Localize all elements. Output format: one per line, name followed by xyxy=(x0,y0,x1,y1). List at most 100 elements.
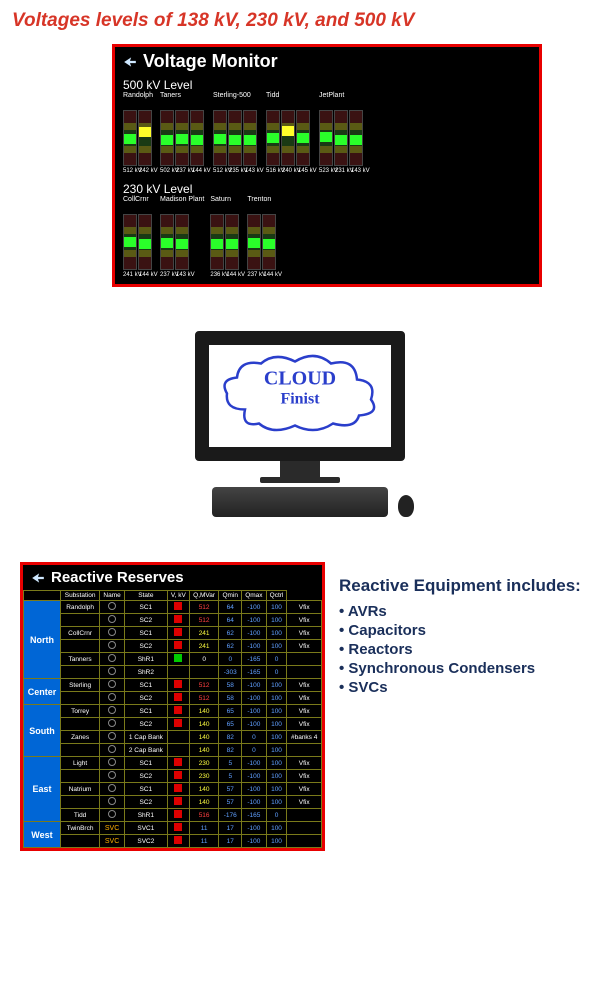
q-cell: 5 xyxy=(219,770,242,783)
voltage-bar[interactable] xyxy=(262,214,276,270)
voltage-bar[interactable] xyxy=(349,110,363,166)
voltage-bar[interactable] xyxy=(123,110,137,166)
voltage-bar[interactable] xyxy=(319,110,333,166)
station: Saturn236 kV144 kV xyxy=(210,196,241,278)
q-cell: 57 xyxy=(219,783,242,796)
qctrl-cell xyxy=(287,744,322,757)
voltage-bar[interactable] xyxy=(160,214,174,270)
state-cell[interactable] xyxy=(167,614,189,627)
state-cell[interactable] xyxy=(167,666,189,679)
state-cell[interactable] xyxy=(167,809,189,822)
name-cell: 1 Cap Bank xyxy=(124,731,167,744)
voltage-cell: 140 xyxy=(189,796,219,809)
qmin-cell: -100 xyxy=(242,783,267,796)
monitor: CLOUD Finist xyxy=(195,331,405,517)
qctrl-cell xyxy=(287,809,322,822)
q-cell: 64 xyxy=(219,601,242,614)
bar-reading: 143 kV xyxy=(176,272,191,278)
voltage-bar[interactable] xyxy=(175,110,189,166)
qmax-cell: 100 xyxy=(266,601,287,614)
state-cell[interactable] xyxy=(167,822,189,835)
substation-cell xyxy=(60,718,99,731)
voltage-bar[interactable] xyxy=(123,214,137,270)
state-indicator-icon xyxy=(174,719,182,727)
qmin-cell: -100 xyxy=(242,822,267,835)
symbol-cell xyxy=(100,666,125,679)
qmin-cell: -100 xyxy=(242,796,267,809)
voltage-bar[interactable] xyxy=(266,110,280,166)
voltage-bar[interactable] xyxy=(160,110,174,166)
qmin-cell: -100 xyxy=(242,718,267,731)
voltage-bar[interactable] xyxy=(213,110,227,166)
state-indicator-icon xyxy=(174,758,182,766)
station-readings: 512 kV242 kV xyxy=(123,168,154,174)
device-icon xyxy=(108,758,116,766)
voltage-bar[interactable] xyxy=(190,110,204,166)
level-title: 500 kV Level xyxy=(115,76,539,92)
name-cell: SC2 xyxy=(124,640,167,653)
state-cell[interactable] xyxy=(167,731,189,744)
q-cell: -303 xyxy=(219,666,242,679)
voltage-cell: 140 xyxy=(189,783,219,796)
qctrl-cell xyxy=(287,822,322,835)
qmax-cell: 100 xyxy=(266,757,287,770)
table-header: Name xyxy=(100,591,125,601)
voltage-bar[interactable] xyxy=(228,110,242,166)
device-icon xyxy=(108,810,116,818)
state-cell[interactable] xyxy=(167,835,189,848)
state-indicator-icon xyxy=(174,706,182,714)
voltage-bar[interactable] xyxy=(138,214,152,270)
voltage-bar[interactable] xyxy=(334,110,348,166)
state-cell[interactable] xyxy=(167,679,189,692)
voltage-bar[interactable] xyxy=(225,214,239,270)
symbol-cell: SVC xyxy=(100,835,125,848)
state-cell[interactable] xyxy=(167,601,189,614)
station-name: Trenton xyxy=(247,196,278,212)
state-cell[interactable] xyxy=(167,796,189,809)
substation-cell: Natrium xyxy=(60,783,99,796)
station: Taners502 kV237 kV144 kV xyxy=(160,92,207,174)
state-cell[interactable] xyxy=(167,744,189,757)
state-cell[interactable] xyxy=(167,653,189,666)
station: CollCrnr241 kV144 kV xyxy=(123,196,154,278)
station: Trenton237 kV144 kV xyxy=(247,196,278,278)
state-cell[interactable] xyxy=(167,692,189,705)
state-cell[interactable] xyxy=(167,757,189,770)
voltage-cell: 140 xyxy=(189,731,219,744)
arrow-icon xyxy=(123,55,137,69)
voltage-bar[interactable] xyxy=(175,214,189,270)
bar-indicator xyxy=(139,239,151,249)
qmax-cell: 100 xyxy=(266,640,287,653)
state-indicator-icon xyxy=(174,784,182,792)
voltage-bar[interactable] xyxy=(247,214,261,270)
voltage-bar[interactable] xyxy=(296,110,310,166)
station-name: Taners xyxy=(160,92,207,108)
device-icon xyxy=(108,615,116,623)
qmin-cell: -100 xyxy=(242,835,267,848)
symbol-cell xyxy=(100,614,125,627)
qmin-cell: -165 xyxy=(242,653,267,666)
qmax-cell: 100 xyxy=(266,783,287,796)
equipment-title: Reactive Equipment includes: xyxy=(339,576,600,596)
device-icon xyxy=(108,680,116,688)
q-cell: 17 xyxy=(219,835,242,848)
state-cell[interactable] xyxy=(167,705,189,718)
state-cell[interactable] xyxy=(167,640,189,653)
equipment-item: Reactors xyxy=(339,640,600,659)
device-icon xyxy=(108,797,116,805)
voltage-bar[interactable] xyxy=(243,110,257,166)
state-cell[interactable] xyxy=(167,783,189,796)
state-cell[interactable] xyxy=(167,770,189,783)
device-icon xyxy=(108,667,116,675)
table-row: SC251258-100100Vfix xyxy=(24,692,322,705)
state-cell[interactable] xyxy=(167,718,189,731)
state-cell[interactable] xyxy=(167,627,189,640)
table-header: V, kV xyxy=(167,591,189,601)
table-row: EastLightSC12305-100100Vfix xyxy=(24,757,322,770)
voltage-bar[interactable] xyxy=(138,110,152,166)
table-row: ShR2-303-1650 xyxy=(24,666,322,679)
voltage-bar[interactable] xyxy=(210,214,224,270)
symbol-cell xyxy=(100,692,125,705)
voltage-bar[interactable] xyxy=(281,110,295,166)
station-bars xyxy=(213,110,260,166)
